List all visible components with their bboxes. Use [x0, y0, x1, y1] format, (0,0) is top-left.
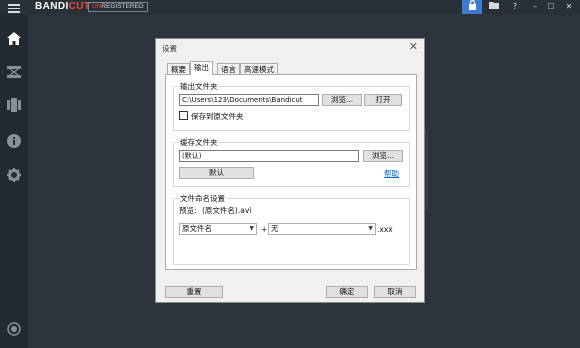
- tab-output[interactable]: 输出: [190, 61, 213, 75]
- maximize-button[interactable]: ☐: [541, 0, 561, 14]
- reset-button[interactable]: 重置: [165, 286, 223, 298]
- sidebar: [0, 14, 28, 348]
- cut-icon[interactable]: [5, 63, 23, 81]
- dialog-title: 设置: [162, 44, 177, 53]
- save-to-source-label: 保存到原文件夹: [191, 112, 244, 121]
- name-part-select[interactable]: 原文件名 ▼: [179, 223, 257, 235]
- suffix-select[interactable]: 无 ▼: [268, 223, 376, 235]
- save-to-source-checkbox[interactable]: [179, 111, 188, 120]
- output-path-field[interactable]: C:\Users\123\Documents\Bandicut: [179, 94, 319, 106]
- app-logo: BANDICUT: [35, 1, 91, 12]
- output-browse-button[interactable]: 浏览...: [322, 94, 362, 106]
- lock-icon[interactable]: [462, 0, 482, 14]
- home-icon[interactable]: [5, 29, 23, 47]
- plus-label: +: [261, 225, 268, 234]
- unregistered-badge[interactable]: UNREGISTERED: [88, 2, 148, 12]
- settings-icon[interactable]: [5, 166, 23, 184]
- tab-panel: 输出文件夹 C:\Users\123\Documents\Bandicut 浏览…: [165, 74, 417, 270]
- help-icon[interactable]: ?: [505, 0, 525, 14]
- output-folder-group: 输出文件夹 C:\Users\123\Documents\Bandicut 浏览…: [173, 81, 410, 131]
- cache-default-button[interactable]: 默认: [179, 167, 254, 179]
- help-link[interactable]: 帮助: [384, 168, 399, 179]
- output-folder-label: 输出文件夹: [179, 81, 219, 92]
- cache-browse-button[interactable]: 浏览...: [363, 150, 403, 162]
- ok-button[interactable]: 确定: [326, 286, 368, 298]
- menu-icon[interactable]: [8, 2, 20, 13]
- preview-value: (原文件名).avi: [202, 206, 252, 215]
- record-icon[interactable]: [5, 320, 23, 338]
- chevron-down-icon: ▼: [368, 225, 373, 232]
- extension-label: .xxx: [377, 225, 393, 234]
- file-naming-group: 文件命名设置 预览: (原文件名).avi 原文件名 ▼ + 无 ▼ .xxx: [173, 193, 410, 265]
- title-bar: BANDICUT UNREGISTERED ? – ☐ ✕: [0, 0, 580, 14]
- join-icon[interactable]: [5, 96, 23, 114]
- preview-label: 预览:: [179, 206, 197, 215]
- cache-path-field[interactable]: (默认): [179, 150, 359, 162]
- info-icon[interactable]: [5, 132, 23, 150]
- cancel-button[interactable]: 取消: [374, 286, 416, 298]
- cache-folder-label: 缓存文件夹: [179, 137, 219, 148]
- file-naming-label: 文件命名设置: [179, 193, 226, 204]
- output-open-button[interactable]: 打开: [364, 94, 402, 106]
- settings-dialog: 设置 ✕ 概要 输出 语言 高速模式 输出文件夹 C:\Users\123\Do…: [155, 38, 425, 303]
- close-button[interactable]: ✕: [559, 0, 579, 14]
- folder-icon[interactable]: [484, 0, 504, 14]
- dialog-close-button[interactable]: ✕: [409, 40, 418, 53]
- chevron-down-icon: ▼: [249, 225, 254, 232]
- cache-folder-group: 缓存文件夹 (默认) 浏览... 默认 帮助: [173, 137, 410, 187]
